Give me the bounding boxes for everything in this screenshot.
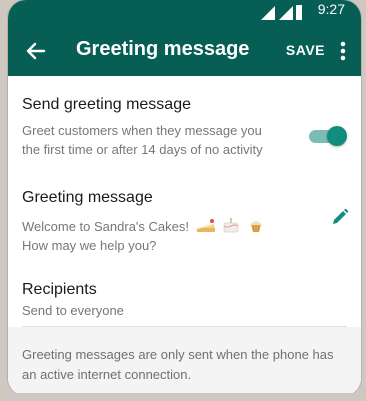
more-options-button[interactable] [335, 38, 351, 64]
signal-icon [261, 5, 302, 20]
back-arrow-icon [26, 42, 46, 60]
cake-slice-icon [196, 219, 215, 232]
status-bar: 9:27 [8, 0, 361, 26]
recipients-setting[interactable]: Recipients Send to everyone [22, 281, 347, 320]
greeting-message-preview: Welcome to Sandra's Cakes! How may we he… [22, 217, 347, 255]
cake-icon [223, 218, 239, 233]
cupcake-icon [249, 221, 262, 233]
status-time: 9:27 [317, 1, 345, 17]
phone-screen: 9:27 Greeting message SAVE Send greeting… [8, 0, 361, 396]
greeting-message-setting[interactable]: Greeting message Welcome to Sandra's Cak… [22, 189, 347, 255]
bottom-band [0, 393, 366, 401]
toggle-thumb [327, 126, 347, 146]
recipients-title: Recipients [22, 281, 97, 298]
app-bar: Greeting message SAVE [8, 26, 361, 76]
pencil-icon [333, 208, 349, 224]
save-button[interactable]: SAVE [286, 42, 325, 58]
edit-greeting-button[interactable] [329, 206, 351, 228]
send-greeting-description: Greet customers when they message you th… [22, 123, 263, 157]
greeting-text-line2: How may we help you? [22, 238, 157, 253]
send-greeting-setting[interactable]: Send greeting message Greet customers wh… [22, 96, 347, 159]
send-greeting-toggle[interactable] [309, 126, 347, 146]
send-greeting-title: Send greeting message [22, 96, 191, 113]
more-vert-icon [340, 41, 346, 61]
footer-note: Greeting messages are only sent when the… [22, 347, 334, 382]
greeting-text-line1: Welcome to Sandra's Cakes! [22, 219, 189, 234]
greeting-message-title: Greeting message [22, 189, 153, 206]
back-button[interactable] [20, 35, 52, 67]
page-title: Greeting message [76, 38, 250, 60]
footer-note-area: Greeting messages are only sent when the… [8, 327, 361, 396]
recipients-value: Send to everyone [22, 303, 124, 318]
